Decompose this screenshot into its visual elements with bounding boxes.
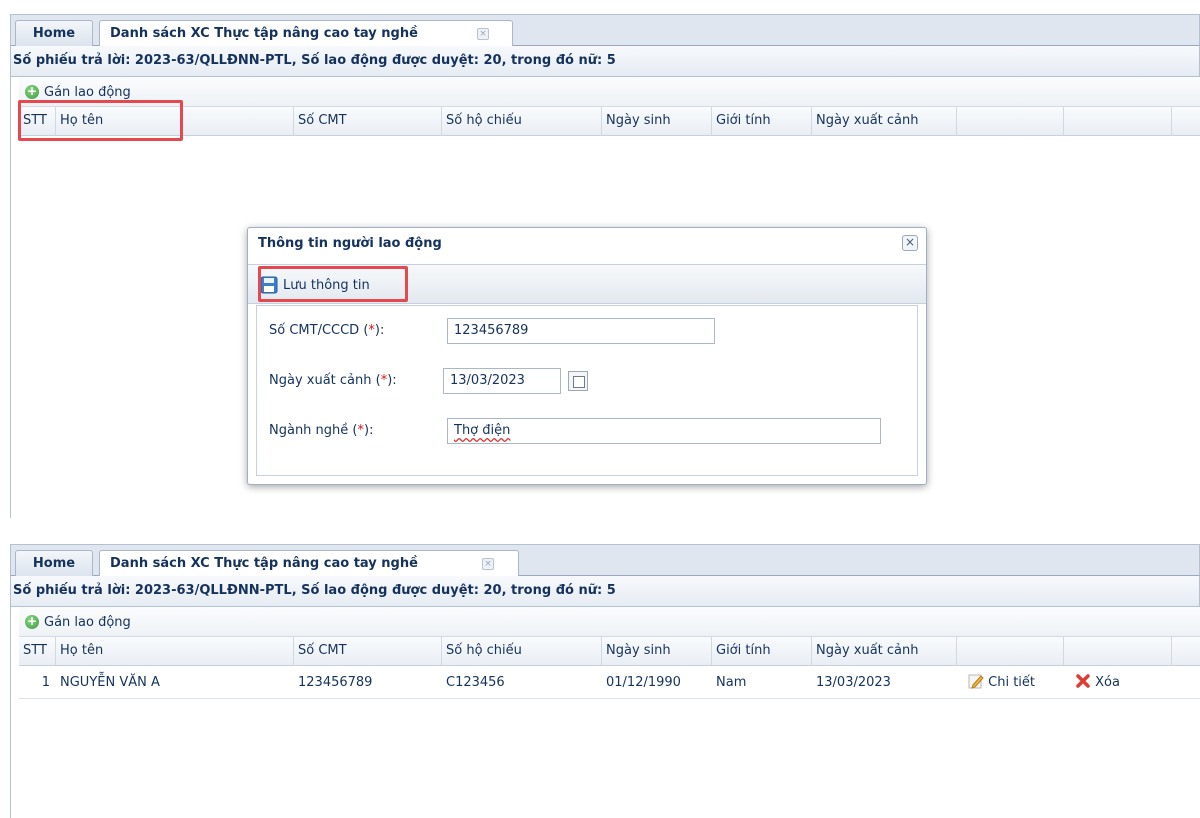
cell-departure: 13/03/2023 <box>816 675 891 690</box>
pencil-icon <box>968 674 984 689</box>
col-cmt[interactable]: Số CMT <box>294 107 442 136</box>
tab-close-icon[interactable]: × <box>482 558 494 570</box>
job-label-text: Ngành nghề ( <box>269 423 358 438</box>
date-label-suffix: ): <box>387 373 397 388</box>
worker-info-dialog: Thông tin người lao động × Lưu thông tin… <box>247 227 927 485</box>
cell-passport: C123456 <box>446 675 505 690</box>
grid-toolbar: + Gán lao động <box>19 77 1200 107</box>
col-name[interactable]: Họ tên <box>56 107 294 136</box>
tab-bar: Home Danh sách XC Thực tập nâng cao tay … <box>10 544 1200 578</box>
floppy-disk-icon <box>260 276 278 294</box>
save-info-label: Lưu thông tin <box>283 277 370 293</box>
date-label-text: Ngày xuất cảnh ( <box>269 373 381 388</box>
close-icon[interactable]: × <box>902 235 918 251</box>
tab-active-label: Danh sách XC Thực tập nâng cao tay nghề <box>110 556 418 571</box>
id-field-label: Số CMT/CCCD (*): <box>269 319 384 343</box>
tab-active[interactable]: Danh sách XC Thực tập nâng cao tay nghề … <box>99 550 519 578</box>
approval-header: Số phiếu trả lời: 2023-63/QLLĐNN-PTL, Số… <box>10 576 1200 607</box>
col-departure[interactable]: Ngày xuất cảnh <box>812 637 957 666</box>
tab-home[interactable]: Home <box>15 550 93 577</box>
tab-close-icon[interactable]: × <box>477 28 489 40</box>
assign-worker-label: Gán lao động <box>44 614 131 630</box>
tab-active-label: Danh sách XC Thực tập nâng cao tay nghề <box>110 26 418 41</box>
col-action-2 <box>1064 637 1172 666</box>
cell-stt: 1 <box>41 675 50 690</box>
assign-worker-label: Gán lao động <box>44 84 131 100</box>
col-passport[interactable]: Số hộ chiếu <box>442 637 602 666</box>
id-label-suffix: ): <box>374 323 385 338</box>
save-info-button[interactable]: Lưu thông tin <box>260 273 370 297</box>
delete-label: Xóa <box>1095 675 1120 690</box>
delete-x-icon <box>1076 674 1090 688</box>
occupation-input[interactable]: Thợ điện <box>447 418 881 444</box>
col-name[interactable]: Họ tên <box>56 637 294 666</box>
delete-button[interactable]: Xóa <box>1071 667 1120 699</box>
tab-bar: Home Danh sách XC Thực tập nâng cao tay … <box>10 14 1200 48</box>
dialog-title: Thông tin người lao động <box>258 236 442 251</box>
col-stt[interactable]: STT <box>19 107 56 136</box>
col-stt[interactable]: STT <box>19 637 56 666</box>
cell-cmt: 123456789 <box>298 675 373 690</box>
detail-button[interactable]: Chi tiết <box>964 667 1035 699</box>
dialog-form: Số CMT/CCCD (*): 123456789 Ngày xuất cản… <box>256 305 918 476</box>
col-action-2 <box>1064 107 1172 136</box>
col-dob[interactable]: Ngày sinh <box>602 637 712 666</box>
tab-home[interactable]: Home <box>15 20 93 47</box>
departure-date-input[interactable]: 13/03/2023 <box>443 368 561 394</box>
col-cmt[interactable]: Số CMT <box>294 637 442 666</box>
dialog-toolbar: Lưu thông tin <box>248 264 926 304</box>
col-gender[interactable]: Giới tính <box>712 637 812 666</box>
approval-header: Số phiếu trả lời: 2023-63/QLLĐNN-PTL, Số… <box>10 46 1200 77</box>
cell-dob: 01/12/1990 <box>606 675 681 690</box>
add-circle-icon: + <box>25 614 39 629</box>
grid-header: STT Họ tên Số CMT Số hộ chiếu Ngày sinh … <box>19 107 1200 136</box>
id-number-input[interactable]: 123456789 <box>447 318 715 344</box>
assign-worker-button[interactable]: + Gán lao động <box>19 611 137 633</box>
grid-area: + Gán lao động STT Họ tên Số CMT Số hộ c… <box>10 607 1200 818</box>
assign-worker-button[interactable]: + Gán lao động <box>19 81 137 103</box>
col-dob[interactable]: Ngày sinh <box>602 107 712 136</box>
top-screenshot-panel: Home Danh sách XC Thực tập nâng cao tay … <box>10 14 1200 518</box>
col-gender[interactable]: Giới tính <box>712 107 812 136</box>
col-departure[interactable]: Ngày xuất cảnh <box>812 107 957 136</box>
grid-header: STT Họ tên Số CMT Số hộ chiếu Ngày sinh … <box>19 637 1200 666</box>
occupation-value: Thợ điện <box>454 423 511 438</box>
detail-label: Chi tiết <box>988 675 1036 690</box>
cell-gender: Nam <box>716 675 747 690</box>
cell-name: NGUYỄN VĂN A <box>60 675 160 690</box>
col-action-1 <box>957 637 1064 666</box>
bottom-screenshot-panel: Home Danh sách XC Thực tập nâng cao tay … <box>10 544 1200 818</box>
col-passport[interactable]: Số hộ chiếu <box>442 107 602 136</box>
date-field-label: Ngày xuất cảnh (*): <box>269 369 397 393</box>
add-circle-icon: + <box>25 84 39 99</box>
id-label-text: Số CMT/CCCD ( <box>269 323 369 338</box>
tab-active[interactable]: Danh sách XC Thực tập nâng cao tay nghề … <box>99 20 513 48</box>
grid-toolbar: + Gán lao động <box>19 607 1200 637</box>
job-label-suffix: ): <box>364 423 374 438</box>
table-row[interactable]: 1 NGUYỄN VĂN A 123456789 C123456 01/12/1… <box>19 667 1200 699</box>
col-action-1 <box>957 107 1064 136</box>
calendar-icon[interactable] <box>568 371 588 391</box>
job-field-label: Ngành nghề (*): <box>269 419 373 443</box>
